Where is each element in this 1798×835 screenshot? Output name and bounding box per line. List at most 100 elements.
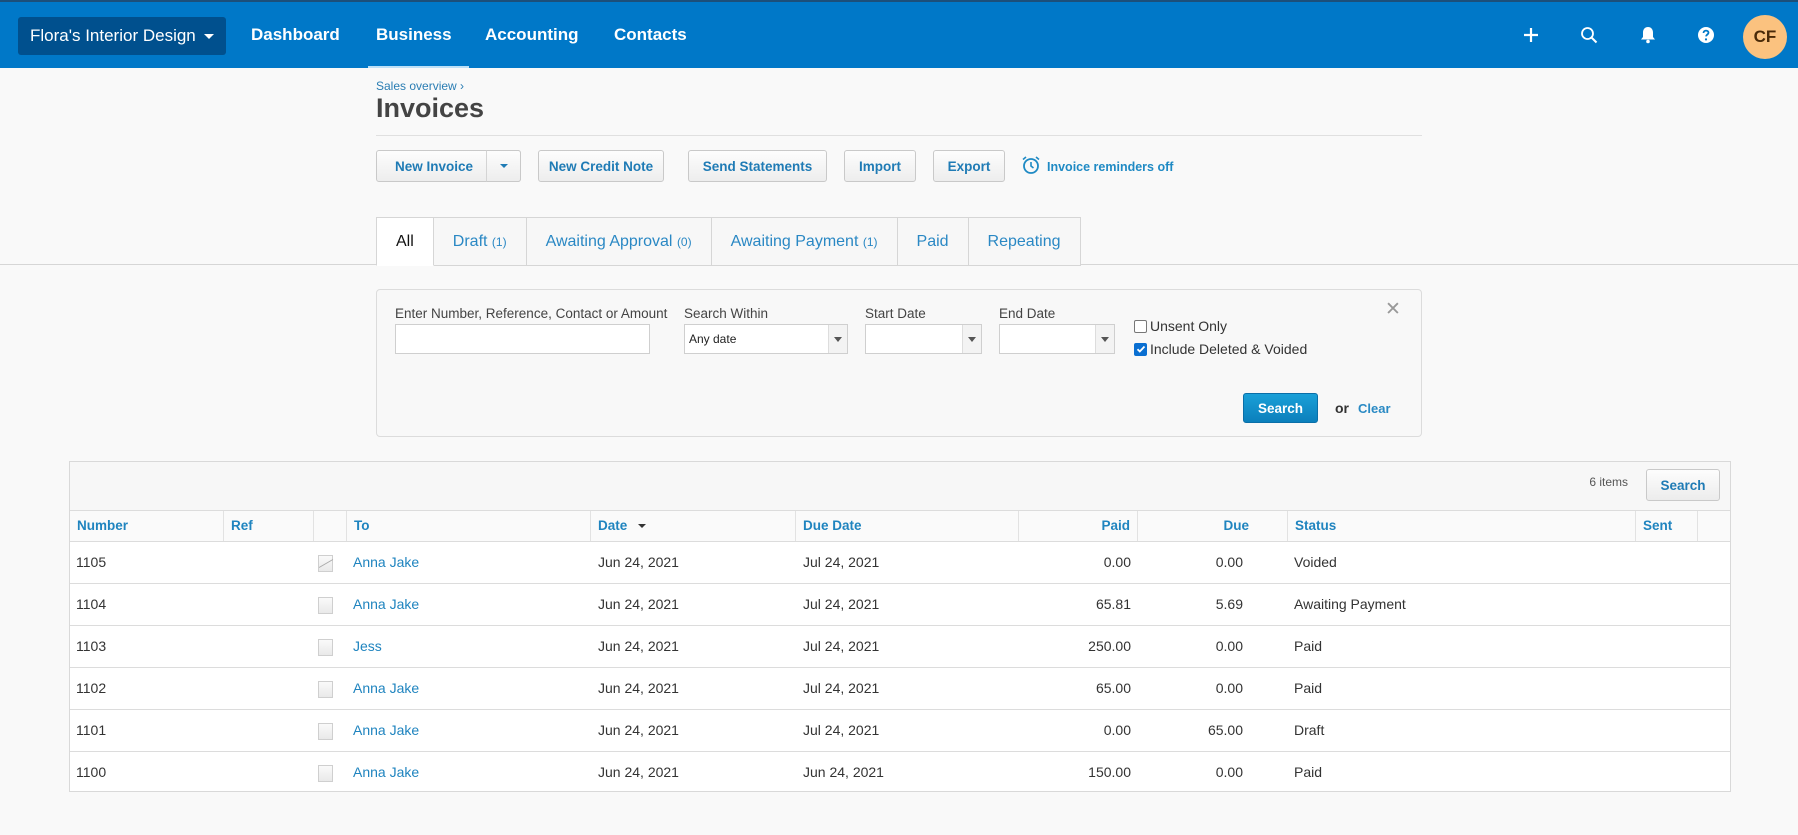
col-to[interactable]: To <box>347 511 591 541</box>
col-due[interactable]: Due <box>1138 511 1288 541</box>
cell-due-date: Jul 24, 2021 <box>803 638 880 654</box>
table-row[interactable]: 1102 Anna Jake Jun 24, 2021 Jul 24, 2021 65.… <box>70 668 1730 710</box>
org-switcher[interactable]: Flora's Interior Design <box>18 17 226 55</box>
table-row[interactable]: 1104 Anna Jake Jun 24, 2021 Jul 24, 2021 65.… <box>70 584 1730 626</box>
clear-link[interactable]: Clear <box>1358 401 1391 416</box>
tab-repeating[interactable]: Repeating <box>968 217 1081 266</box>
send-statements-button[interactable]: Send Statements <box>688 150 827 182</box>
cell-to-contact[interactable]: Anna Jake <box>353 752 419 793</box>
voided-document-icon <box>318 555 333 572</box>
cell-due-date: Jul 24, 2021 <box>803 596 880 612</box>
search-input[interactable] <box>395 324 650 354</box>
include-deleted-label: Include Deleted & Voided <box>1150 341 1308 357</box>
col-label: Date <box>598 518 628 533</box>
start-date-label: Start Date <box>865 306 926 321</box>
cell-due-date: Jul 24, 2021 <box>803 680 880 696</box>
table-row[interactable]: 1103 Jess Jun 24, 2021 Jul 24, 2021 250.00 0.… <box>70 626 1730 668</box>
col-label: Due <box>1223 518 1249 533</box>
tab-count: (0) <box>676 235 692 249</box>
cell-number: 1103 <box>76 638 107 654</box>
document-icon <box>318 723 333 740</box>
new-invoice-split-button: New Invoice <box>376 150 521 182</box>
col-sent[interactable]: Sent <box>1636 511 1698 541</box>
tab-label: Awaiting Payment <box>730 233 859 250</box>
unsent-only-checkbox[interactable]: Unsent Only <box>1134 318 1227 334</box>
new-credit-note-button[interactable]: New Credit Note <box>538 150 664 182</box>
invoices-table: 6 items Search Number Ref To Date Due Da… <box>69 461 1731 792</box>
new-invoice-label: New Invoice <box>395 158 474 174</box>
cell-date: Jun 24, 2021 <box>598 722 679 738</box>
plus-icon[interactable] <box>1518 22 1544 48</box>
col-label: Due Date <box>803 518 862 533</box>
export-button[interactable]: Export <box>933 150 1005 182</box>
cell-status: Paid <box>1294 680 1323 696</box>
new-invoice-dropdown[interactable] <box>486 150 521 182</box>
search-within-select[interactable]: Any date <box>684 324 848 354</box>
cell-date: Jun 24, 2021 <box>598 638 679 654</box>
cell-number: 1100 <box>76 764 107 780</box>
tab-count: (1) <box>491 235 507 249</box>
start-date-picker[interactable] <box>865 324 982 354</box>
alarm-clock-icon <box>1021 155 1041 178</box>
col-label: Number <box>77 518 129 533</box>
col-ref[interactable]: Ref <box>224 511 314 541</box>
tab-draft[interactable]: Draft (1) <box>433 217 527 266</box>
table-header: Number Ref To Date Due Date Paid Due Sta… <box>70 511 1730 542</box>
table-row[interactable]: 1100 Anna Jake Jun 24, 2021 Jun 24, 2021 150… <box>70 752 1730 794</box>
tab-label: Draft <box>452 233 488 250</box>
nav-accounting[interactable]: Accounting <box>485 2 579 68</box>
cell-date: Jun 24, 2021 <box>598 554 679 570</box>
cell-status: Awaiting Payment <box>1294 596 1406 612</box>
table-row[interactable]: 1101 Anna Jake Jun 24, 2021 Jul 24, 2021 0.0… <box>70 710 1730 752</box>
divider <box>376 135 1422 136</box>
col-number[interactable]: Number <box>70 511 224 541</box>
cell-to-contact[interactable]: Anna Jake <box>353 710 419 751</box>
invoice-reminders-link[interactable]: Invoice reminders off <box>1021 155 1173 178</box>
tab-awaiting-payment[interactable]: Awaiting Payment (1) <box>711 217 898 266</box>
table-search-button[interactable]: Search <box>1646 469 1720 501</box>
cell-to-contact[interactable]: Anna Jake <box>353 584 419 625</box>
document-icon <box>318 681 333 698</box>
tab-all[interactable]: All <box>376 217 434 266</box>
col-paid[interactable]: Paid <box>1019 511 1138 541</box>
include-deleted-checkbox[interactable]: Include Deleted & Voided <box>1134 341 1307 357</box>
cell-to-contact[interactable]: Anna Jake <box>353 668 419 709</box>
cell-paid: 0.00 <box>1103 722 1131 738</box>
cell-paid: 250.00 <box>1088 638 1131 654</box>
col-label: Sent <box>1643 518 1673 533</box>
cell-status: Voided <box>1294 554 1337 570</box>
chevron-down-icon <box>203 33 214 39</box>
col-due-date[interactable]: Due Date <box>796 511 1019 541</box>
tab-label: Awaiting Approval <box>545 233 673 250</box>
search-filter-panel: Enter Number, Reference, Contact or Amou… <box>376 289 1422 437</box>
col-icon <box>314 511 347 541</box>
cell-to-contact[interactable]: Jess <box>353 626 382 667</box>
cell-paid: 150.00 <box>1088 764 1131 780</box>
bell-icon[interactable] <box>1635 22 1661 48</box>
nav-dashboard[interactable]: Dashboard <box>251 2 340 68</box>
avatar[interactable]: CF <box>1743 15 1787 59</box>
search-within-value: Any date <box>689 332 737 346</box>
chevron-down-icon <box>1095 325 1114 353</box>
help-icon[interactable] <box>1693 22 1719 48</box>
col-date[interactable]: Date <box>591 511 796 541</box>
checkbox-unchecked <box>1134 319 1147 333</box>
tab-paid[interactable]: Paid <box>897 217 969 266</box>
breadcrumb-sales-overview[interactable]: Sales overview › <box>376 79 464 93</box>
cell-to-contact[interactable]: Anna Jake <box>353 542 419 583</box>
nav-business[interactable]: Business <box>368 2 469 70</box>
nav-contacts[interactable]: Contacts <box>614 2 687 68</box>
tab-awaiting-approval[interactable]: Awaiting Approval (0) <box>526 217 712 266</box>
col-status[interactable]: Status <box>1288 511 1636 541</box>
table-row[interactable]: 1105 Anna Jake Jun 24, 2021 Jul 24, 2021 0.0… <box>70 542 1730 584</box>
search-within-label: Search Within <box>684 306 769 321</box>
filter-search-button[interactable]: Search <box>1243 393 1318 423</box>
close-icon[interactable]: ✕ <box>1385 298 1401 321</box>
chevron-down-icon <box>499 164 508 168</box>
cell-number: 1105 <box>76 554 107 570</box>
unsent-only-label: Unsent Only <box>1150 318 1228 334</box>
chevron-down-icon <box>962 325 981 353</box>
import-button[interactable]: Import <box>844 150 916 182</box>
end-date-picker[interactable] <box>999 324 1115 354</box>
search-icon[interactable] <box>1576 22 1602 48</box>
